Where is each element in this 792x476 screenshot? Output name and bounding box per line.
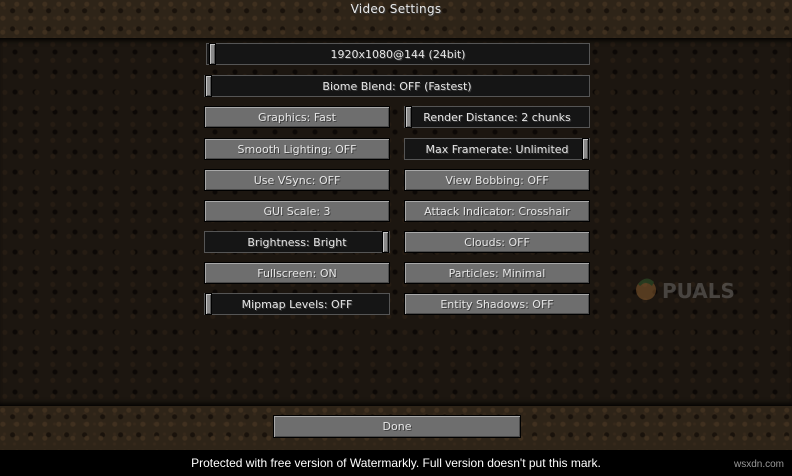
clouds-button[interactable]: Clouds: OFF (404, 231, 590, 253)
attack-indicator-button[interactable]: Attack Indicator: Crosshair (404, 200, 590, 222)
brightness-slider-label: Brightness: Bright (247, 235, 347, 249)
gui-scale-button[interactable]: GUI Scale: 3 (204, 200, 390, 222)
render-distance-slider-knob[interactable] (405, 106, 412, 128)
view-bobbing-button-label: View Bobbing: OFF (445, 173, 549, 187)
resolution-slider-label: 1920x1080@144 (24bit) (330, 47, 466, 61)
resolution-slider-knob[interactable] (209, 43, 216, 65)
mipmap-levels-slider-knob[interactable] (205, 293, 212, 315)
attack-indicator-button-label: Attack Indicator: Crosshair (424, 204, 570, 218)
resolution-slider[interactable]: 1920x1080@144 (24bit) (206, 43, 590, 65)
page-title: Video Settings (350, 2, 442, 16)
entity-shadows-button[interactable]: Entity Shadows: OFF (404, 293, 590, 315)
entity-shadows-button-label: Entity Shadows: OFF (440, 297, 554, 311)
watermark-logo: PUALS (636, 278, 735, 303)
done-button[interactable]: Done (273, 415, 521, 438)
brightness-slider-knob[interactable] (382, 231, 389, 253)
biome-blend-slider-label: Biome Blend: OFF (Fastest) (322, 79, 472, 93)
video-settings-screen: Video Settings 1920x1080@144 (24bit) Bio… (0, 0, 792, 476)
watermark-text: Protected with free version of Watermark… (191, 456, 601, 470)
smooth-lighting-button-label: Smooth Lighting: OFF (237, 142, 357, 156)
max-framerate-slider-label: Max Framerate: Unlimited (425, 142, 569, 156)
max-framerate-slider[interactable]: Max Framerate: Unlimited (404, 138, 590, 160)
render-distance-slider-label: Render Distance: 2 chunks (423, 110, 571, 124)
brightness-slider[interactable]: Brightness: Bright (204, 231, 390, 253)
graphics-button[interactable]: Graphics: Fast (204, 106, 390, 128)
particles-button[interactable]: Particles: Minimal (404, 262, 590, 284)
smooth-lighting-button[interactable]: Smooth Lighting: OFF (204, 138, 390, 160)
mipmap-levels-slider[interactable]: Mipmap Levels: OFF (204, 293, 390, 315)
watermark-logo-text: PUALS (662, 279, 735, 303)
render-distance-slider[interactable]: Render Distance: 2 chunks (404, 106, 590, 128)
done-button-label: Done (382, 420, 412, 433)
biome-blend-slider[interactable]: Biome Blend: OFF (Fastest) (204, 75, 590, 97)
fullscreen-button[interactable]: Fullscreen: ON (204, 262, 390, 284)
graphics-button-label: Graphics: Fast (258, 110, 336, 124)
view-bobbing-button[interactable]: View Bobbing: OFF (404, 169, 590, 191)
mipmap-levels-slider-label: Mipmap Levels: OFF (241, 297, 353, 311)
particles-button-label: Particles: Minimal (448, 266, 546, 280)
vsync-button[interactable]: Use VSync: OFF (204, 169, 390, 191)
fullscreen-button-label: Fullscreen: ON (257, 266, 337, 280)
clouds-button-label: Clouds: OFF (464, 235, 530, 249)
watermark-bar: Protected with free version of Watermark… (0, 450, 792, 476)
biome-blend-slider-knob[interactable] (205, 75, 212, 97)
vsync-button-label: Use VSync: OFF (253, 173, 341, 187)
site-watermark: wsxdn.com (733, 459, 784, 470)
max-framerate-slider-knob[interactable] (582, 138, 589, 160)
gui-scale-button-label: GUI Scale: 3 (263, 204, 331, 218)
